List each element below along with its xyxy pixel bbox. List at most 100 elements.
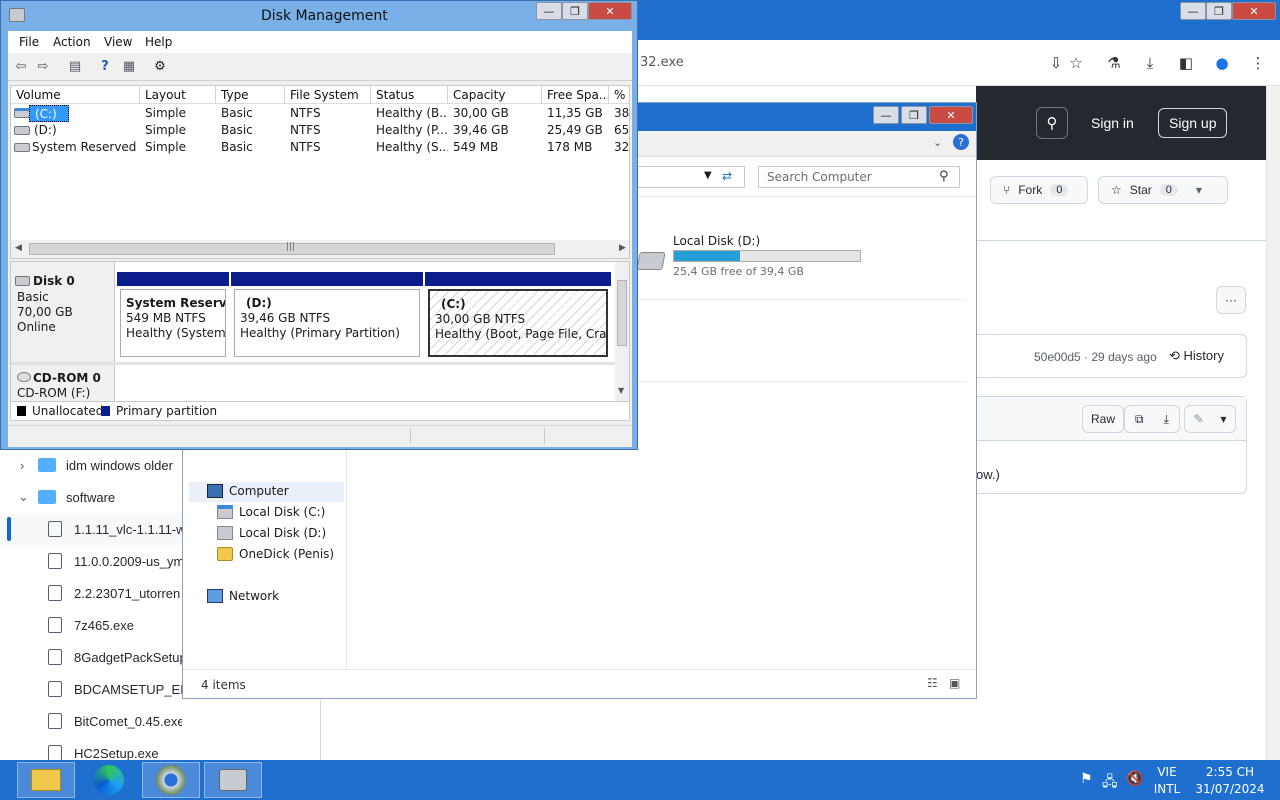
copy-icon[interactable]: ⧉	[1135, 412, 1144, 427]
search-box[interactable]: Search Computer ⚲	[758, 166, 960, 188]
col-volume[interactable]: Volume	[11, 86, 140, 104]
tree-folder-software[interactable]: ⌄ software	[0, 481, 115, 513]
scroll-down-icon[interactable]: ▼	[618, 386, 624, 395]
partition-c[interactable]: (C:) 30,00 GB NTFS Healthy (Boot, Page F…	[425, 272, 611, 362]
search-icon[interactable]: ⚲	[939, 169, 949, 184]
profile-icon[interactable]: ●	[1212, 53, 1232, 73]
tree-folder-idm[interactable]: › idm windows older	[0, 449, 173, 481]
nav-onedick[interactable]: OneDick (Penis)	[217, 547, 334, 561]
tree-file[interactable]: HC2Setup.exe	[0, 737, 159, 760]
forward-arrow-icon[interactable]: ⇨	[34, 57, 52, 75]
network-icon[interactable]: 🖧	[1102, 771, 1118, 795]
help-icon[interactable]: ?	[96, 57, 114, 75]
more-options-button[interactable]: ···	[1216, 286, 1246, 314]
side-panel-icon[interactable]: ◧	[1176, 53, 1196, 73]
browser-close-button[interactable]: ✕	[1232, 2, 1276, 20]
col-layout[interactable]: Layout	[140, 86, 216, 104]
history-link[interactable]: ⟲ History	[1169, 348, 1224, 364]
back-arrow-icon[interactable]: ⇦	[12, 57, 30, 75]
disk0-label-panel[interactable]: Disk 0 Basic 70,00 GB Online	[11, 262, 115, 362]
col-status[interactable]: Status	[371, 86, 448, 104]
dm-minimize-button[interactable]: —	[536, 2, 562, 20]
star-button[interactable]: ☆ Star 0 ▾	[1098, 176, 1228, 204]
address-field[interactable]: ▼ ⇄	[631, 166, 745, 188]
taskbar-edge[interactable]	[80, 762, 138, 798]
explorer-minimize-button[interactable]: —	[873, 106, 899, 124]
chevron-down-icon[interactable]: ▾	[1196, 183, 1202, 197]
refresh-icon[interactable]: ⇄	[722, 169, 732, 183]
tree-file[interactable]: 2.2.23071_utorren	[0, 577, 180, 609]
drive-d-tile[interactable]: Local Disk (D:) 25,4 GB free of 39,4 GB	[636, 234, 868, 287]
col-file-system[interactable]: File System	[285, 86, 371, 104]
sign-up-button[interactable]: Sign up	[1158, 108, 1228, 138]
commit-info[interactable]: 50e00d5 · 29 days ago	[1034, 350, 1157, 364]
col-type[interactable]: Type	[216, 86, 285, 104]
action-center-icon[interactable]: ⚑	[1080, 771, 1093, 787]
taskbar-chrome-app[interactable]	[142, 762, 200, 798]
nav-local-disk-c[interactable]: Local Disk (C:)	[217, 505, 325, 519]
nav-network[interactable]: Network	[207, 589, 279, 603]
dm-restore-button[interactable]: ❐	[562, 2, 588, 20]
search-icon[interactable]: ⚲	[1036, 107, 1068, 139]
col-percent-free[interactable]: % F	[609, 86, 629, 104]
tree-file-selected[interactable]: 1.1.11_vlc-1.1.11-w	[0, 513, 182, 545]
explorer-restore-button[interactable]: ❐	[901, 106, 927, 124]
col-capacity[interactable]: Capacity	[448, 86, 542, 104]
tree-file[interactable]: 7z465.exe	[0, 609, 134, 641]
bookmark-star-icon[interactable]: ☆	[1066, 53, 1086, 73]
download-icon[interactable]: ⤓	[1140, 53, 1160, 73]
partition-d[interactable]: (D:) 39,46 GB NTFS Healthy (Primary Part…	[231, 272, 423, 362]
scroll-thumb[interactable]	[617, 280, 627, 346]
menu-action[interactable]: Action	[53, 35, 91, 49]
address-bar-text[interactable]: 32.exe	[640, 55, 684, 70]
browser-menu-icon[interactable]: ⋮	[1248, 53, 1268, 73]
scroll-thumb[interactable]: |||	[29, 242, 555, 255]
browser-minimize-button[interactable]: —	[1180, 2, 1206, 20]
help-icon[interactable]: ?	[953, 134, 969, 150]
sign-in-link[interactable]: Sign in	[1091, 115, 1134, 131]
dm-close-button[interactable]: ✕	[588, 2, 632, 20]
fork-button[interactable]: ⑂ Fork 0	[990, 176, 1088, 204]
clock[interactable]: 2:55 CH 31/07/2024	[1192, 764, 1268, 798]
tree-file[interactable]: 11.0.0.2009-us_ym	[0, 545, 182, 577]
volume-muted-icon[interactable]: 🔇	[1126, 771, 1143, 787]
partition-bar	[231, 272, 423, 286]
col-free-space[interactable]: Free Spa...	[542, 86, 609, 104]
cdrom-label-panel[interactable]: CD-ROM 0 CD-ROM (F:)	[11, 365, 115, 401]
tree-file[interactable]: BitComet_0.45.exe	[0, 705, 182, 737]
chevron-down-icon[interactable]: ▾	[1220, 412, 1226, 426]
table-row[interactable]: System Reserved Simple Basic NTFS Health…	[11, 139, 629, 156]
taskbar-disk-management[interactable]	[204, 762, 262, 798]
raw-button[interactable]: Raw	[1082, 405, 1124, 433]
disk-graph-vscroll[interactable]: ▼	[615, 262, 629, 401]
nav-local-disk-d[interactable]: Local Disk (D:)	[217, 526, 326, 540]
nav-computer[interactable]: Computer	[207, 484, 289, 498]
language-indicator[interactable]: VIE INTL	[1152, 764, 1182, 798]
taskbar-explorer[interactable]	[17, 762, 75, 798]
menu-view[interactable]: View	[104, 35, 132, 49]
install-app-icon[interactable]: ⇩	[1046, 53, 1066, 73]
table-row[interactable]: (D:) Simple Basic NTFS Healthy (P... 39,…	[11, 122, 629, 139]
console-tree-icon[interactable]: ▤	[66, 57, 84, 75]
pencil-icon[interactable]: ✎	[1193, 412, 1203, 426]
tiles-view-icon[interactable]: ▣	[949, 676, 960, 690]
menu-help[interactable]: Help	[145, 35, 172, 49]
table-row[interactable]: (C:) Simple Basic NTFS Healthy (B... 30,…	[11, 105, 629, 122]
page-scrollbar[interactable]	[1266, 86, 1280, 760]
download-raw-icon[interactable]: ⤓	[1164, 412, 1169, 427]
browser-restore-button[interactable]: ❐	[1206, 2, 1232, 20]
disk-settings-icon[interactable]: ⚙	[151, 57, 169, 75]
tree-file[interactable]: BDCAMSETUP_EN	[0, 673, 182, 705]
address-dropdown-icon[interactable]: ▼	[704, 170, 712, 181]
ribbon-expand-icon[interactable]: ⌄	[933, 136, 942, 149]
scroll-left-icon[interactable]: ◀	[15, 243, 22, 253]
explorer-close-button[interactable]: ✕	[929, 106, 973, 124]
partition-system-reserved[interactable]: System Reserved 549 MB NTFS Healthy (Sys…	[117, 272, 229, 362]
details-view-icon[interactable]: ☷	[927, 676, 938, 690]
tree-file[interactable]: 8GadgetPackSetup	[0, 641, 182, 673]
scroll-right-icon[interactable]: ▶	[619, 243, 626, 253]
volume-list-hscroll[interactable]: ◀ ||| ▶	[11, 240, 629, 258]
menu-file[interactable]: File	[19, 35, 39, 49]
properties-icon[interactable]: ▦	[120, 57, 138, 75]
labs-flask-icon[interactable]: ⚗	[1104, 53, 1124, 73]
